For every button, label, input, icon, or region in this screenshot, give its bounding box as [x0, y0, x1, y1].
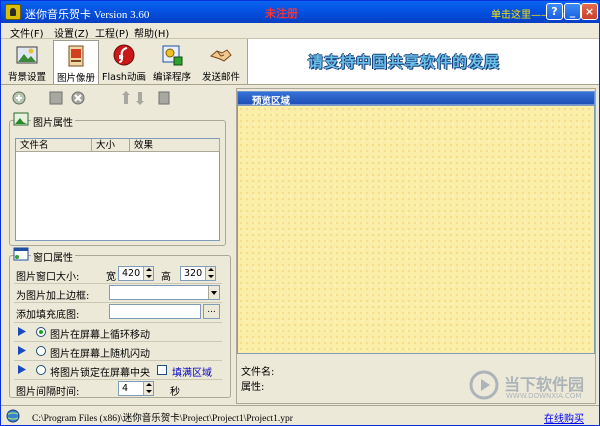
border-row: 为图片加上边框:	[14, 284, 222, 302]
photo-album-icon	[68, 45, 84, 67]
interval-spinner[interactable]: 4	[118, 381, 154, 396]
fill-area-checkbox[interactable]	[157, 365, 167, 375]
tool-label: 图片像册	[56, 73, 95, 84]
handshake-icon	[209, 49, 232, 62]
tool-label: 发送邮件	[201, 72, 240, 83]
spin-arrows-icon[interactable]	[143, 267, 153, 280]
border-label: 为图片加上边框:	[16, 291, 90, 302]
width-spinner[interactable]: 420	[118, 266, 154, 281]
tool-label: Flash动画	[102, 72, 146, 83]
picture-list[interactable]: 文件名 大小 效果	[15, 138, 220, 241]
blue-arrow-icon	[18, 346, 26, 355]
flash-icon	[113, 44, 135, 66]
stop-icon[interactable]	[48, 90, 64, 106]
preview-panel: 预览区域 文件名: 属性:	[236, 88, 596, 404]
blue-arrow-icon	[18, 327, 26, 336]
watermark-logo: 当下软件园 WWW.DOWNXIA.COM	[468, 368, 598, 404]
tool-compile[interactable]: 编译程序	[149, 40, 195, 84]
column-effect[interactable]: 效果	[130, 139, 220, 152]
menu-project[interactable]: 工程(P)	[95, 25, 129, 40]
spin-arrows-icon[interactable]	[143, 382, 153, 395]
mode-loop-label: 图片在屏幕上循环移动	[50, 330, 150, 341]
tool-photo-album[interactable]: 图片像册	[53, 40, 99, 84]
compile-icon	[162, 45, 183, 66]
buy-online-link[interactable]: 在线购买	[544, 410, 584, 425]
left-panel: 图片属性 文件名 大小 效果 窗口属性 图片窗口大小: 宽 420 高 320 …	[4, 87, 233, 401]
spin-arrows-icon[interactable]	[205, 267, 215, 280]
move-down-icon[interactable]	[134, 90, 150, 106]
mode-random-label: 图片在屏幕上随机闪动	[50, 349, 150, 360]
interval-row: 图片间隔时间: 4 秒	[14, 380, 222, 398]
properties-icon[interactable]	[156, 90, 172, 106]
tool-label: 编译程序	[152, 72, 191, 83]
tool-label: 背景设置	[7, 72, 46, 83]
fill-image-row: 添加填充底图: ...	[14, 303, 222, 321]
app-window: 迷你音乐贺卡 Version 3.60 未注册 单击这里——>> ? _ × 文…	[0, 0, 600, 426]
mode-center-label: 将图片锁定在屏幕中央	[50, 368, 150, 379]
banner-text: 请支持中国共享软件的发展	[308, 53, 501, 71]
height-spinner[interactable]: 320	[180, 266, 216, 281]
border-select[interactable]	[109, 285, 220, 300]
mode-center-row[interactable]: 将图片锁定在屏幕中央 填满区域	[14, 361, 222, 379]
title-bar[interactable]: 迷你音乐贺卡 Version 3.60 未注册 单击这里——>> ? _ ×	[1, 1, 599, 23]
app-icon	[5, 4, 21, 20]
group-title: 窗口属性	[31, 249, 75, 264]
height-value: 320	[184, 268, 203, 279]
interval-unit: 秒	[170, 387, 180, 398]
action-bar	[6, 87, 232, 109]
help-button[interactable]: ?	[546, 3, 563, 20]
status-bar: C:\Program Files (x86)\迷你音乐贺卡\Project\Pr…	[1, 405, 599, 425]
filename-info: 文件名:	[241, 367, 275, 378]
window-title: 迷你音乐贺卡 Version 3.60	[25, 9, 150, 21]
background-icon	[16, 46, 38, 64]
menu-file[interactable]: 文件(F)	[10, 25, 44, 40]
radio-loop[interactable]	[36, 327, 46, 337]
add-image-icon[interactable]	[11, 90, 27, 106]
radio-random[interactable]	[36, 346, 46, 356]
toolbar: 背景设置 图片像册 Flash动画 编译程序 发送邮件	[1, 39, 247, 85]
list-header: 文件名 大小 效果	[16, 139, 220, 152]
preview-header: 预览区域	[237, 91, 595, 107]
mode-loop-row[interactable]: 图片在屏幕上循环移动	[14, 323, 222, 341]
column-size[interactable]: 大小	[92, 139, 130, 152]
window-icon	[13, 247, 29, 261]
chevron-down-icon[interactable]	[208, 286, 219, 299]
height-label: 高	[161, 272, 171, 283]
browse-button[interactable]: ...	[203, 304, 220, 319]
globe-icon	[6, 409, 20, 423]
interval-value: 4	[122, 383, 129, 394]
tool-background[interactable]: 背景设置	[4, 40, 50, 84]
window-size-label: 图片窗口大小:	[16, 272, 80, 283]
radio-center[interactable]	[36, 365, 46, 375]
close-button[interactable]: ×	[581, 3, 598, 20]
blue-arrow-icon	[18, 365, 26, 374]
tool-send-email[interactable]: 发送邮件	[197, 40, 245, 84]
fill-image-label: 添加填充底图:	[16, 310, 80, 321]
column-filename[interactable]: 文件名	[16, 139, 92, 152]
minimize-button[interactable]: _	[564, 3, 581, 20]
banner: 请支持中国共享软件的发展	[247, 39, 599, 85]
project-path: C:\Program Files (x86)\迷你音乐贺卡\Project\Pr…	[32, 414, 293, 424]
delete-icon[interactable]	[70, 90, 86, 106]
menu-settings[interactable]: 设置(Z)	[54, 25, 89, 40]
window-properties-group: 窗口属性 图片窗口大小: 宽 420 高 320 为图片加上边框: 添加填充底图…	[9, 247, 231, 398]
width-value: 420	[122, 268, 141, 279]
fill-area-label: 填满区域	[172, 368, 212, 379]
group-title: 图片属性	[31, 114, 75, 129]
watermark-subtext: WWW.DOWNXIA.COM	[506, 392, 582, 400]
unregistered-badge: 未注册	[265, 7, 298, 20]
properties-info: 属性:	[241, 382, 265, 393]
fill-image-input[interactable]	[109, 304, 201, 319]
picture-properties-group: 图片属性 文件名 大小 效果	[9, 112, 226, 246]
window-size-row: 图片窗口大小: 宽 420 高 320	[14, 265, 222, 283]
tool-flash[interactable]: Flash动画	[101, 40, 147, 84]
preview-canvas[interactable]	[237, 105, 595, 354]
interval-label: 图片间隔时间:	[16, 387, 80, 398]
mode-random-row[interactable]: 图片在屏幕上随机闪动	[14, 342, 222, 360]
menu-help[interactable]: 帮助(H)	[134, 25, 169, 40]
picture-icon	[13, 112, 29, 126]
menu-bar: 文件(F) 设置(Z) 工程(P) 帮助(H)	[1, 23, 599, 40]
width-label: 宽	[106, 272, 116, 283]
